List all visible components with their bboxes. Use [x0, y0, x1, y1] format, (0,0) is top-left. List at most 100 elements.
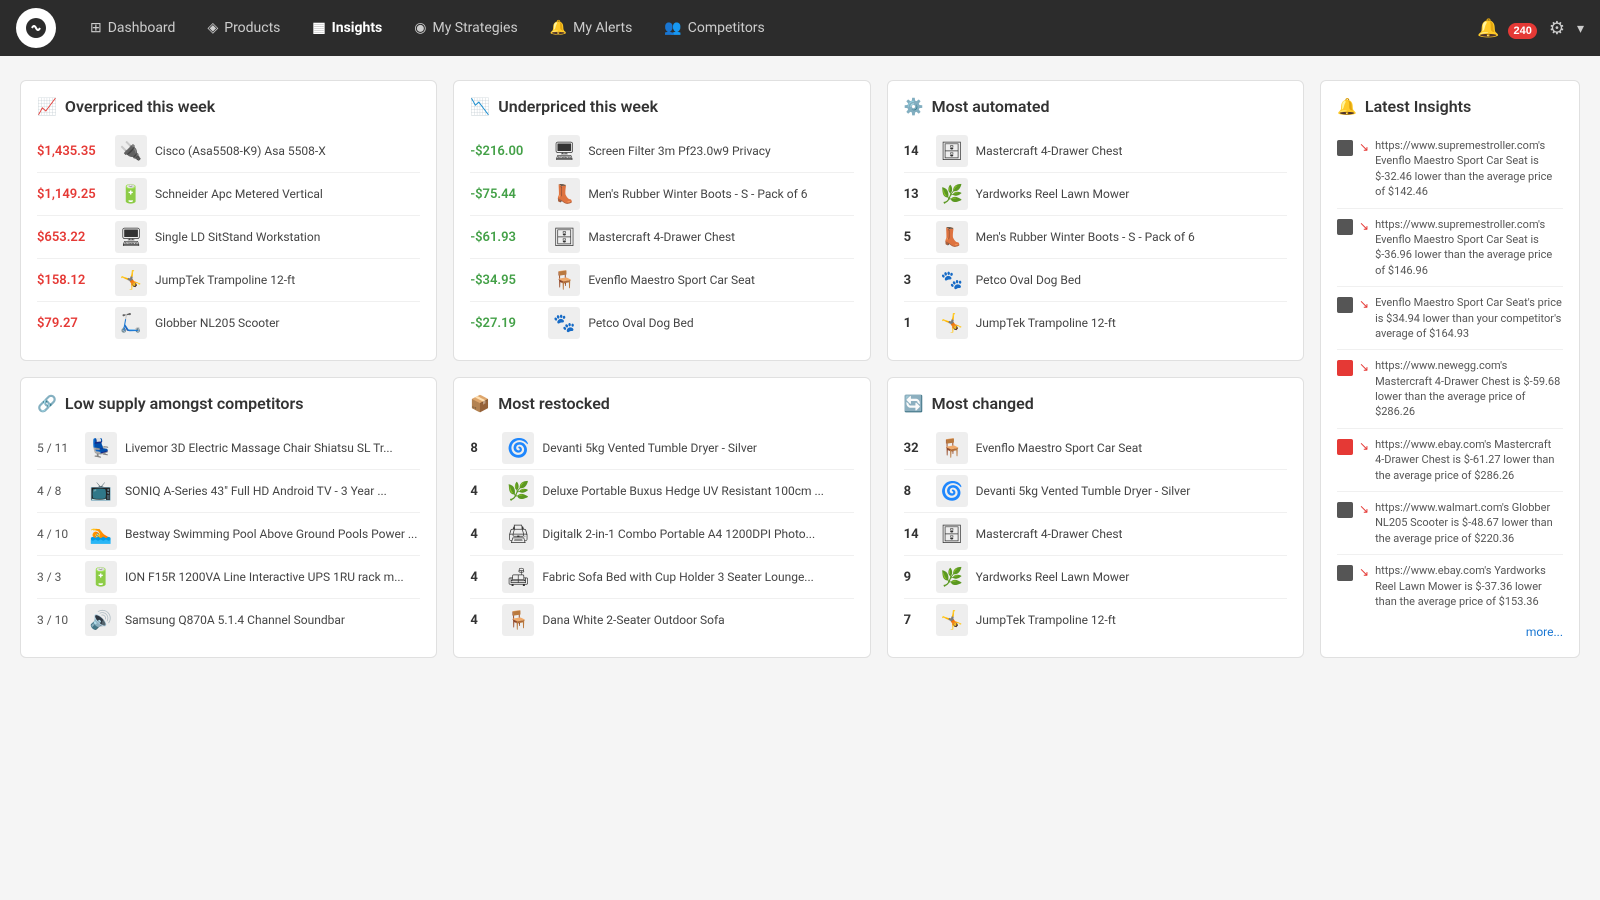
nav-right: 🔔 240 ⚙ ▾: [1477, 18, 1584, 39]
overpriced-item[interactable]: $158.12 🤸 JumpTek Trampoline 12-ft: [37, 259, 420, 302]
item-price: -$34.95: [470, 273, 540, 288]
insights-title-text: Latest Insights: [1365, 97, 1471, 116]
changed-title: 🔄 Most changed: [904, 394, 1287, 413]
low-supply-item[interactable]: 3 / 3 🔋 ION F15R 1200VA Line Interactive…: [37, 556, 420, 599]
insight-entry[interactable]: ↘ https://www.newegg.com's Mastercraft 4…: [1337, 350, 1563, 429]
overpriced-item[interactable]: $1,149.25 🔋 Schneider Apc Metered Vertic…: [37, 173, 420, 216]
automated-item[interactable]: 3 🐾 Petco Oval Dog Bed: [904, 259, 1287, 302]
overpriced-item[interactable]: $79.27 🛴 Globber NL205 Scooter: [37, 302, 420, 344]
low-supply-item[interactable]: 3 / 10 🔊 Samsung Q870A 5.1.4 Channel Sou…: [37, 599, 420, 641]
logo[interactable]: [16, 8, 56, 48]
item-name: Digitalk 2-in-1 Combo Portable A4 1200DP…: [542, 527, 853, 541]
low-supply-item[interactable]: 4 / 8 📺 SONIQ A-Series 43" Full HD Andro…: [37, 470, 420, 513]
underpriced-item[interactable]: -$216.00 🖥 Screen Filter 3m Pf23.0w9 Pri…: [470, 130, 853, 173]
automated-item[interactable]: 5 👢 Men's Rubber Winter Boots - S - Pack…: [904, 216, 1287, 259]
automated-title: ⚙️ Most automated: [904, 97, 1287, 116]
changed-icon: 🔄: [904, 394, 924, 413]
low-supply-item[interactable]: 4 / 10 🏊 Bestway Swimming Pool Above Gro…: [37, 513, 420, 556]
low-supply-title: 🔗 Low supply amongst competitors: [37, 394, 420, 413]
nav-competitors[interactable]: 👥 Competitors: [650, 12, 778, 44]
low-supply-icon: 🔗: [37, 394, 57, 413]
nav-links: ⊞ Dashboard ◈ Products ▦ Insights ◉ My S…: [76, 12, 1477, 44]
item-name: JumpTek Trampoline 12-ft: [976, 613, 1287, 627]
automated-item[interactable]: 13 🌿 Yardworks Reel Lawn Mower: [904, 173, 1287, 216]
item-count: 3: [904, 273, 928, 288]
gear-button[interactable]: ⚙: [1549, 18, 1565, 39]
item-name: Bestway Swimming Pool Above Ground Pools…: [125, 527, 420, 541]
restocked-item[interactable]: 4 🖨 Digitalk 2-in-1 Combo Portable A4 12…: [470, 513, 853, 556]
overpriced-card: 📈 Overpriced this week $1,435.35 🔌 Cisco…: [20, 80, 437, 361]
item-thumb: 📺: [85, 475, 117, 507]
underpriced-items: -$216.00 🖥 Screen Filter 3m Pf23.0w9 Pri…: [470, 130, 853, 344]
underpriced-item[interactable]: -$61.93 🗄 Mastercraft 4-Drawer Chest: [470, 216, 853, 259]
item-count: 4: [470, 570, 494, 585]
insight-entry[interactable]: ↘ https://www.supremestroller.com's Even…: [1337, 130, 1563, 209]
item-name: Cisco (Asa5508-K9) Asa 5508-X: [155, 144, 420, 158]
nav-dashboard[interactable]: ⊞ Dashboard: [76, 12, 189, 44]
insights-card: 🔔 Latest Insights ↘ https://www.supremes…: [1320, 80, 1580, 658]
overpriced-title-text: Overpriced this week: [65, 97, 215, 116]
changed-item[interactable]: 7 🤸 JumpTek Trampoline 12-ft: [904, 599, 1287, 641]
item-thumb: 🗄: [548, 221, 580, 253]
item-count: 7: [904, 613, 928, 628]
item-thumb: 🪑: [936, 432, 968, 464]
item-count: 1: [904, 316, 928, 331]
low-supply-items: 5 / 11 💺 Livemor 3D Electric Massage Cha…: [37, 427, 420, 641]
nav-alerts[interactable]: 🔔 My Alerts: [536, 12, 647, 44]
insight-entry[interactable]: ↘ Evenflo Maestro Sport Car Seat's price…: [1337, 287, 1563, 350]
item-thumb: 🌀: [936, 475, 968, 507]
item-name: Samsung Q870A 5.1.4 Channel Soundbar: [125, 613, 420, 627]
insight-arrow: ↘: [1359, 360, 1369, 374]
automated-item[interactable]: 14 🗄 Mastercraft 4-Drawer Chest: [904, 130, 1287, 173]
restocked-icon: 📦: [470, 394, 490, 413]
item-thumb: 🗄: [936, 518, 968, 550]
item-thumb: 🪑: [502, 604, 534, 636]
changed-item[interactable]: 14 🗄 Mastercraft 4-Drawer Chest: [904, 513, 1287, 556]
item-thumb: 🖨: [502, 518, 534, 550]
insight-entry[interactable]: ↘ https://www.walmart.com's Globber NL20…: [1337, 492, 1563, 555]
insight-entry[interactable]: ↘ https://www.ebay.com's Yardworks Reel …: [1337, 555, 1563, 617]
insight-text: https://www.supremestroller.com's Evenfl…: [1375, 138, 1563, 200]
nav-insights[interactable]: ▦ Insights: [298, 12, 396, 44]
item-name: Men's Rubber Winter Boots - S - Pack of …: [976, 230, 1287, 244]
user-menu-button[interactable]: ▾: [1577, 20, 1584, 37]
more-link[interactable]: more...: [1337, 625, 1563, 639]
item-name: Mastercraft 4-Drawer Chest: [976, 527, 1287, 541]
item-thumb: 🛋: [502, 561, 534, 593]
item-supply: 4 / 8: [37, 484, 77, 498]
overpriced-item[interactable]: $653.22 🖥 Single LD SitStand Workstation: [37, 216, 420, 259]
strategies-icon: ◉: [414, 20, 426, 36]
automated-item[interactable]: 1 🤸 JumpTek Trampoline 12-ft: [904, 302, 1287, 344]
insight-entry[interactable]: ↘ https://www.ebay.com's Mastercraft 4-D…: [1337, 429, 1563, 492]
nav-products[interactable]: ◈ Products: [193, 12, 294, 44]
insight-text: https://www.walmart.com's Globber NL205 …: [1375, 500, 1563, 546]
nav-strategies[interactable]: ◉ My Strategies: [400, 12, 531, 44]
low-supply-item[interactable]: 5 / 11 💺 Livemor 3D Electric Massage Cha…: [37, 427, 420, 470]
underpriced-item[interactable]: -$27.19 🐾 Petco Oval Dog Bed: [470, 302, 853, 344]
underpriced-item[interactable]: -$34.95 🪑 Evenflo Maestro Sport Car Seat: [470, 259, 853, 302]
changed-item[interactable]: 8 🌀 Devanti 5kg Vented Tumble Dryer - Si…: [904, 470, 1287, 513]
item-name: JumpTek Trampoline 12-ft: [155, 273, 420, 287]
item-name: SONIQ A-Series 43" Full HD Android TV - …: [125, 484, 420, 498]
automated-items: 14 🗄 Mastercraft 4-Drawer Chest 13 🌿 Yar…: [904, 130, 1287, 344]
item-name: Yardworks Reel Lawn Mower: [976, 570, 1287, 584]
item-count: 4: [470, 613, 494, 628]
restocked-item[interactable]: 8 🌀 Devanti 5kg Vented Tumble Dryer - Si…: [470, 427, 853, 470]
nav-alerts-label: My Alerts: [573, 20, 632, 36]
underpriced-item[interactable]: -$75.44 👢 Men's Rubber Winter Boots - S …: [470, 173, 853, 216]
changed-item[interactable]: 9 🌿 Yardworks Reel Lawn Mower: [904, 556, 1287, 599]
bell-button[interactable]: 🔔 240: [1477, 18, 1537, 39]
overpriced-item[interactable]: $1,435.35 🔌 Cisco (Asa5508-K9) Asa 5508-…: [37, 130, 420, 173]
item-count: 14: [904, 144, 928, 159]
item-name: Petco Oval Dog Bed: [976, 273, 1287, 287]
changed-item[interactable]: 32 🪑 Evenflo Maestro Sport Car Seat: [904, 427, 1287, 470]
insight-arrow: ↘: [1359, 502, 1369, 516]
restocked-item[interactable]: 4 🛋 Fabric Sofa Bed with Cup Holder 3 Se…: [470, 556, 853, 599]
nav-insights-label: Insights: [332, 20, 383, 36]
item-name: Mastercraft 4-Drawer Chest: [976, 144, 1287, 158]
restocked-item[interactable]: 4 🌿 Deluxe Portable Buxus Hedge UV Resis…: [470, 470, 853, 513]
item-name: Schneider Apc Metered Vertical: [155, 187, 420, 201]
restocked-item[interactable]: 4 🪑 Dana White 2-Seater Outdoor Sofa: [470, 599, 853, 641]
insight-entry[interactable]: ↘ https://www.supremestroller.com's Even…: [1337, 209, 1563, 288]
insights-title: 🔔 Latest Insights: [1337, 97, 1563, 116]
